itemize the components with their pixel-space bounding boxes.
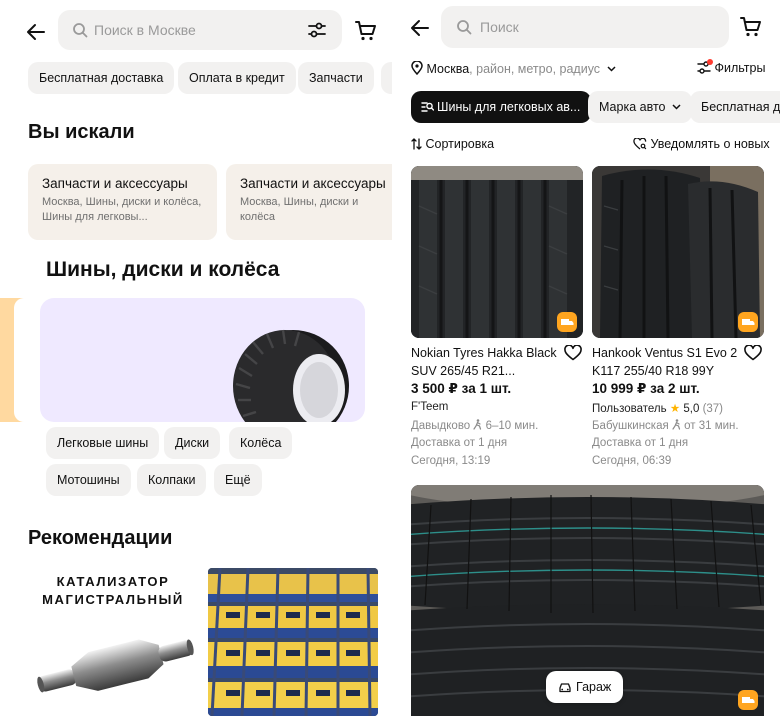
section-title-searched: Вы искали — [28, 121, 135, 143]
star-icon: ★ — [669, 403, 681, 415]
chip-caps[interactable]: Колпаки — [137, 464, 207, 496]
heart-search-icon — [633, 137, 647, 150]
seller-rating: 5,0 — [683, 403, 700, 415]
reco-card-caption-line1: КАТАЛИЗАТОР — [56, 574, 170, 589]
metro-station: Бабушкинская — [592, 420, 669, 432]
location-selector[interactable]: Москва, район, метро, радиус — [411, 60, 616, 79]
chip-category-selected[interactable]: Шины для легковых ав... — [411, 91, 592, 123]
chevron-down-icon — [607, 66, 616, 72]
product-title-1[interactable]: Nokian Tyres Hakka Black SUV 265/45 R21.… — [411, 344, 561, 380]
product-price-1: 3 500 ₽ за 1 шт. — [411, 381, 512, 396]
search-icon — [73, 23, 88, 38]
product-title-2[interactable]: Hankook Ventus S1 Evo 2 K117 255/40 R18 … — [592, 344, 740, 380]
favorite-heart-icon[interactable] — [564, 345, 582, 361]
delivery-badge-icon — [738, 690, 758, 710]
garage-label: Гараж — [576, 680, 612, 694]
chip-car-brand-label: Марка авто — [599, 100, 666, 114]
delivery-badge-icon — [738, 312, 758, 332]
banner-gap — [14, 298, 32, 422]
search-icon — [457, 20, 472, 35]
cart-icon[interactable] — [355, 20, 377, 42]
searched-card-subtitle: Москва, Шины, диски и колёса, Шины для л… — [42, 196, 202, 223]
reco-card-batteries[interactable] — [208, 568, 378, 716]
searched-card-subtitle: Москва, Шины, диски и колёса — [240, 196, 359, 223]
tire-image — [233, 329, 349, 422]
batteries-image — [208, 568, 378, 716]
cart-icon[interactable] — [740, 16, 762, 38]
left-screen: Поиск в Москве Бесплатная доставка Оплат… — [0, 0, 392, 716]
search-input[interactable]: Поиск в Москве — [94, 22, 196, 38]
filter-sliders-icon[interactable] — [308, 22, 326, 38]
favorite-heart-icon[interactable] — [744, 345, 762, 361]
walk-time: 6–10 мин. — [485, 420, 539, 432]
chip-car-brand[interactable]: Марка авто — [588, 91, 692, 123]
product-image-3[interactable]: Гараж — [411, 485, 764, 716]
product-location-1: Давыдково 6–10 мин. — [411, 419, 538, 432]
section-title-recommendations: Рекомендации — [28, 527, 173, 549]
seller-reviews: (37) — [702, 403, 724, 415]
garage-button[interactable]: Гараж — [546, 671, 624, 703]
product-date-2: Сегодня, 06:39 — [592, 455, 672, 467]
category-search-icon — [421, 102, 435, 112]
filters-button[interactable]: Фильтры — [697, 59, 766, 79]
product-image-1[interactable] — [411, 166, 583, 338]
walking-person-icon — [672, 419, 681, 430]
chip-credit[interactable]: Оплата в кредит — [178, 62, 296, 94]
product-delivery-1: Доставка от 1 дня — [411, 437, 508, 449]
chip-wheels[interactable]: Колёса — [229, 427, 293, 459]
seller-name: Пользователь — [592, 403, 667, 415]
chip-moto-tires[interactable]: Мотошины — [46, 464, 131, 496]
sort-icon — [411, 138, 422, 150]
filters-label: Фильтры — [714, 61, 766, 75]
chip-more[interactable] — [381, 62, 392, 94]
product-seller-2[interactable]: Пользователь ★ 5,0 (37) — [592, 401, 723, 415]
searched-card-1[interactable]: Запчасти и аксессуары Москва, Шины, диск… — [28, 164, 217, 240]
category-title: Шины, диски и колёса — [46, 258, 280, 281]
product-seller-1[interactable]: F'Teem — [411, 401, 448, 413]
chevron-down-icon — [672, 104, 681, 110]
search-bar[interactable]: Поиск — [441, 6, 729, 48]
chip-category-label: Шины для легковых ав... — [437, 100, 581, 114]
searched-card-2[interactable]: Запчасти и аксессуары Москва, Шины, диск… — [226, 164, 392, 240]
catalyst-image — [37, 639, 194, 693]
sort-label: Сортировка — [425, 137, 495, 151]
product-location-2: Бабушкинская от 31 мин. — [592, 419, 739, 432]
back-arrow-icon[interactable] — [24, 20, 48, 44]
walk-time: от 31 мин. — [684, 420, 739, 432]
filters-indicator-dot — [707, 59, 713, 65]
chip-free-delivery[interactable]: Бесплатная д — [690, 91, 780, 123]
product-price-2: 10 999 ₽ за 2 шт. — [592, 381, 700, 396]
walking-person-icon — [473, 419, 482, 430]
product-date-1: Сегодня, 13:19 — [411, 455, 491, 467]
searched-card-title: Запчасти и аксессуары — [42, 176, 188, 191]
chip-car-tires[interactable]: Легковые шины — [46, 427, 160, 459]
chip-more-categories[interactable]: Ещё — [214, 464, 262, 496]
metro-station: Давыдково — [411, 420, 471, 432]
car-icon — [559, 683, 571, 693]
back-arrow-icon[interactable] — [408, 16, 432, 40]
searched-card-title: Запчасти и аксессуары — [240, 176, 386, 191]
search-bar[interactable]: Поиск в Москве — [58, 10, 342, 50]
reco-card-caption-line2: МАГИСТРАЛЬНЫЙ — [42, 592, 184, 607]
location-city: Москва — [426, 62, 470, 76]
chip-rims[interactable]: Диски — [164, 427, 221, 459]
chip-free-delivery[interactable]: Бесплатная доставка — [28, 62, 175, 94]
location-pin-icon — [411, 60, 423, 76]
category-banner[interactable] — [40, 298, 365, 422]
sort-button[interactable]: Сортировка — [411, 137, 494, 151]
notify-label: Уведомлять о новых — [650, 137, 770, 151]
location-hint: , район, метро, радиус — [469, 62, 601, 76]
chip-parts[interactable]: Запчасти — [298, 62, 374, 94]
product-delivery-2: Доставка от 1 дня — [592, 437, 689, 449]
reco-card-catalyst[interactable]: КАТАЛИЗАТОР МАГИСТРАЛЬНЫЙ — [28, 568, 198, 716]
notify-new-button[interactable]: Уведомлять о новых — [633, 137, 770, 151]
delivery-badge-icon — [557, 312, 577, 332]
right-screen: Поиск Москва, район, метро, радиус Фильт… — [398, 0, 780, 716]
search-input[interactable]: Поиск — [480, 19, 519, 35]
product-image-2[interactable] — [592, 166, 764, 338]
